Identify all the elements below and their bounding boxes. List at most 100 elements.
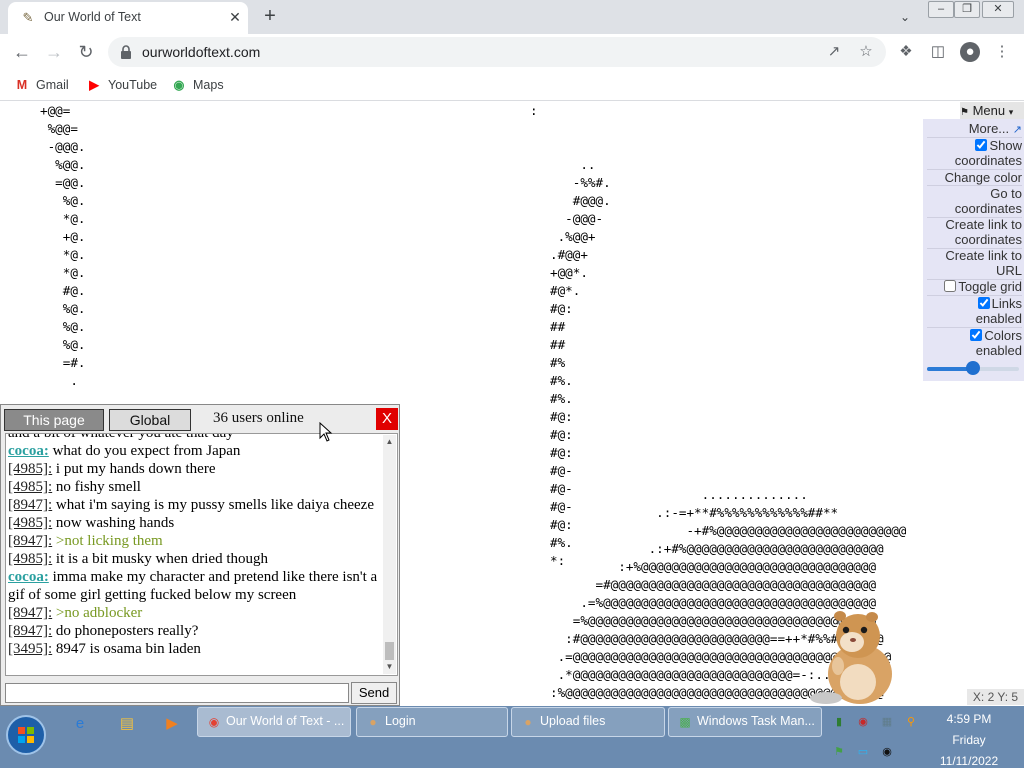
- chat-nick-link[interactable]: [4985]:: [8, 461, 52, 477]
- back-icon[interactable]: ←: [10, 40, 34, 64]
- colors-enabled-label: Colors enabled: [975, 328, 1022, 358]
- chat-log[interactable]: and a bit of whatever you ate that day co…: [5, 433, 398, 676]
- menu-create-link-coordinates[interactable]: Create link to coordinates: [926, 217, 1022, 247]
- chat-nick-link[interactable]: [8947]:: [8, 497, 52, 513]
- menu-links-enabled[interactable]: Links enabled: [942, 296, 1022, 326]
- file-explorer-icon[interactable]: ▤: [115, 712, 139, 736]
- tray-network-icon[interactable]: ▦: [879, 714, 895, 730]
- kebab-menu-icon[interactable]: ⋮: [992, 42, 1012, 62]
- chat-nick-link[interactable]: [8947]:: [8, 623, 52, 639]
- chat-close-button[interactable]: X: [376, 408, 398, 430]
- address-bar[interactable]: ourworldoftext.com ↗ ☆: [108, 37, 886, 67]
- tray-search-icon[interactable]: ⚲: [903, 714, 919, 730]
- chat-send-button[interactable]: Send: [351, 682, 397, 704]
- chat-message-text: no fishy smell: [55, 479, 141, 495]
- media-player-icon[interactable]: ▶: [160, 712, 184, 736]
- internet-explorer-icon[interactable]: e: [68, 712, 92, 736]
- forward-icon[interactable]: →: [42, 40, 66, 64]
- chat-message-text: imma make my character and pretend like …: [8, 569, 378, 603]
- lock-icon: [121, 45, 131, 59]
- profile-avatar-icon[interactable]: ●: [960, 42, 980, 62]
- chat-nick-link[interactable]: cocoa:: [8, 569, 49, 585]
- chat-message: [3495]: 8947 is osama bin laden: [8, 640, 380, 658]
- restore-button[interactable]: ❐: [954, 1, 980, 18]
- scroll-up-arrow-icon[interactable]: ▲: [383, 437, 396, 447]
- extensions-puzzle-icon[interactable]: ❖: [896, 42, 916, 62]
- zoom-slider[interactable]: [927, 361, 1019, 375]
- menu-change-color[interactable]: Change color: [945, 170, 1022, 185]
- zoom-slider-thumb[interactable]: [966, 361, 980, 375]
- tray-volume-icon[interactable]: ◉: [879, 744, 895, 760]
- tab-close-icon[interactable]: ✕: [226, 8, 244, 26]
- chat-nick-link[interactable]: [8947]:: [8, 533, 52, 549]
- windows-logo-icon: [18, 727, 34, 743]
- links-enabled-checkbox[interactable]: [977, 297, 990, 309]
- bookmark-gmail[interactable]: M Gmail: [14, 76, 69, 94]
- tab-search-chevron-icon[interactable]: ⌄: [894, 6, 916, 28]
- chat-nick-link[interactable]: [4985]:: [8, 479, 52, 495]
- menu-show-coordinates[interactable]: Show coordinates: [926, 138, 1022, 168]
- chat-messages: and a bit of whatever you ate that day co…: [8, 433, 380, 658]
- window-close-button[interactable]: ✕: [982, 1, 1014, 18]
- tray-flag-icon[interactable]: ⚑: [831, 744, 847, 760]
- chat-nick-link[interactable]: [4985]:: [8, 551, 52, 567]
- side-panel-icon[interactable]: ◫: [928, 42, 948, 62]
- chat-input[interactable]: [5, 683, 349, 703]
- coordinates-readout: X: 2 Y: 5: [967, 689, 1024, 705]
- colors-enabled-checkbox[interactable]: [970, 329, 983, 341]
- chat-message: [8947]: >no adblocker: [8, 604, 380, 622]
- minimize-button[interactable]: –: [928, 1, 954, 18]
- chat-message-text: what do you expect from Japan: [52, 443, 241, 459]
- menu-more[interactable]: More... ↗: [969, 121, 1022, 138]
- gmail-icon: M: [16, 78, 28, 92]
- menu-go-to-coordinates[interactable]: Go to coordinates: [942, 186, 1022, 216]
- task-upload-files[interactable]: ● Upload files: [511, 707, 665, 737]
- show-coordinates-checkbox[interactable]: [975, 139, 988, 151]
- tray-green-icon[interactable]: ▮: [831, 714, 847, 730]
- chat-nick-link[interactable]: [8947]:: [8, 605, 52, 621]
- menu-header[interactable]: ⚑ Menu ▾: [960, 102, 1024, 119]
- bookmark-youtube[interactable]: ▶ YouTube: [86, 76, 157, 94]
- chat-nick-link[interactable]: [4985]:: [8, 515, 52, 531]
- browser-tab[interactable]: ✎ Our World of Text ✕: [8, 2, 248, 34]
- menu-colors-enabled[interactable]: Colors enabled: [942, 328, 1022, 358]
- chat-tab-this-page[interactable]: This page: [4, 409, 104, 431]
- task-task-manager[interactable]: ▩ Windows Task Man...: [668, 707, 822, 737]
- menu-caret-icon: ▾: [1008, 107, 1014, 117]
- task-chrome[interactable]: ◉ Our World of Text - ...: [197, 707, 351, 737]
- chat-nick-link[interactable]: [3495]:: [8, 641, 52, 657]
- clock-day: Friday: [952, 733, 986, 747]
- toggle-grid-checkbox[interactable]: [944, 280, 957, 292]
- chat-nick-link[interactable]: cocoa:: [8, 443, 49, 459]
- scroll-icon: ✎: [22, 10, 34, 25]
- tab-strip: ✎ Our World of Text ✕ + ⌄ – ❐ ✕: [0, 0, 1024, 34]
- menu-toggle-grid[interactable]: Toggle grid: [944, 279, 1022, 294]
- windows-taskbar: e ▤ ▶ ◉ Our World of Text - ... ● Login …: [0, 706, 1024, 768]
- chat-scrollbar[interactable]: ▲ ▼: [383, 435, 396, 674]
- bookmark-star-icon[interactable]: ☆: [856, 42, 876, 62]
- tray-antivirus-icon[interactable]: ◉: [855, 714, 871, 730]
- scroll-down-arrow-icon[interactable]: ▼: [383, 662, 396, 672]
- chat-message-text: and a bit of whatever you ate that day: [8, 433, 234, 441]
- share-icon[interactable]: ↗: [824, 42, 844, 62]
- system-clock[interactable]: 4:59 PM Friday 11/11/2022: [932, 710, 1006, 770]
- reload-icon[interactable]: ↻: [74, 40, 98, 64]
- task-label: Upload files: [540, 714, 606, 728]
- chat-message: [8947]: >not licking them: [8, 532, 380, 550]
- task-login[interactable]: ● Login: [356, 707, 508, 737]
- hamster-icon: ●: [369, 715, 377, 729]
- bookmark-label: Gmail: [36, 78, 69, 92]
- scroll-thumb[interactable]: [385, 642, 394, 660]
- external-link-icon: ↗: [1012, 124, 1022, 136]
- chat-message-text: do phoneposters really?: [55, 623, 199, 639]
- chat-message-text: it is a bit musky when dried though: [55, 551, 268, 567]
- bookmark-maps[interactable]: ◉ Maps: [171, 76, 224, 94]
- menu-create-link-url[interactable]: Create link to URL: [926, 248, 1022, 278]
- chat-message: [4985]: now washing hands: [8, 514, 380, 532]
- tray-display-icon[interactable]: ▭: [855, 744, 871, 760]
- chat-tab-global[interactable]: Global: [109, 409, 191, 431]
- new-tab-button[interactable]: +: [258, 5, 282, 29]
- menu-panel: More... ↗ Show coordinates Change color …: [923, 119, 1024, 381]
- start-button[interactable]: [6, 715, 46, 755]
- chat-message: [8947]: do phoneposters really?: [8, 622, 380, 640]
